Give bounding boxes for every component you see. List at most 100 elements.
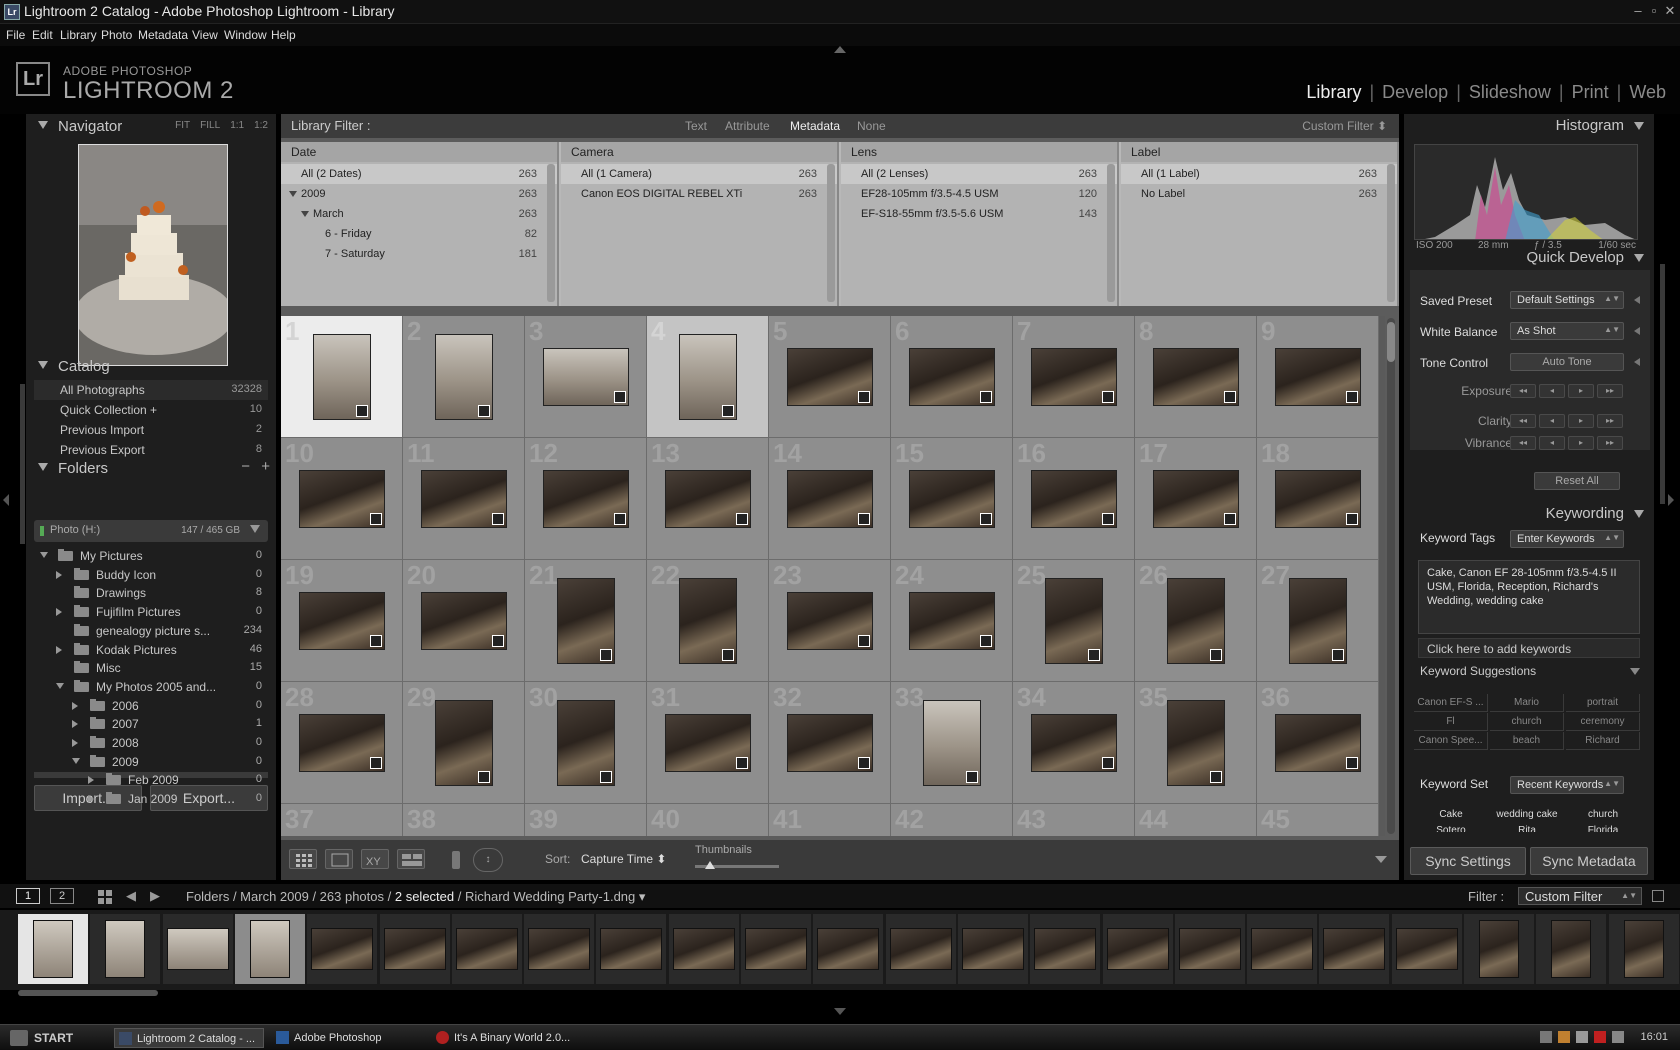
filmstrip-thumbnail[interactable] (600, 928, 663, 970)
catalog-item[interactable]: Previous Import 2 (34, 420, 268, 440)
photo-thumbnail[interactable] (1153, 470, 1239, 528)
filmstrip-cell[interactable] (524, 914, 595, 984)
metadata-row[interactable]: All (1 Label) 263 (1121, 164, 1397, 184)
grid-cell[interactable]: 41 (769, 804, 891, 836)
photo-thumbnail[interactable] (299, 714, 385, 772)
metadata-badge-icon[interactable] (1102, 513, 1114, 525)
restore-icon[interactable]: ▫ (1647, 3, 1661, 18)
task-browser[interactable]: It's A Binary World 2.0... (432, 1028, 582, 1048)
grid-cell[interactable]: 33 (891, 682, 1013, 804)
metadata-badge-icon[interactable] (736, 513, 748, 525)
metadata-badge-icon[interactable] (370, 635, 382, 647)
grid-cell[interactable]: 24 (891, 560, 1013, 682)
filmstrip-thumbnail[interactable] (1106, 928, 1169, 970)
tray-network-icon[interactable] (1540, 1031, 1552, 1043)
grid-cell[interactable]: 40 (647, 804, 769, 836)
grid-cell[interactable]: 1 (281, 316, 403, 438)
photo-thumbnail[interactable] (909, 348, 995, 406)
filter-option-none[interactable]: None (857, 119, 886, 133)
folder-item[interactable]: Misc 15 (34, 658, 268, 678)
volume-dropdown-icon[interactable] (250, 525, 260, 533)
keyword-set-item[interactable]: Rita (1490, 823, 1564, 832)
filmstrip-cell[interactable] (307, 914, 378, 984)
keyword-suggestion[interactable]: ceremony (1566, 713, 1640, 731)
grid-cell[interactable]: 37 (281, 804, 403, 836)
metadata-row[interactable]: EF28-105mm f/3.5-4.5 USM 120 (841, 184, 1117, 204)
add-keywords-input[interactable]: Click here to add keywords (1418, 638, 1640, 658)
grid-cell[interactable]: 7 (1013, 316, 1135, 438)
filmstrip-cell[interactable] (1319, 914, 1390, 984)
filter-option-text[interactable]: Text (685, 119, 707, 133)
grid-cell[interactable]: 30 (525, 682, 647, 804)
catalog-item[interactable]: Quick Collection + 10 (34, 400, 268, 420)
metadata-row[interactable]: 6 - Friday 82 (281, 224, 557, 244)
photo-thumbnail[interactable] (435, 334, 493, 420)
exposure-stepper[interactable]: ◂◂ ◂ ▸ ▸▸ (1510, 384, 1624, 400)
folder-item[interactable]: Fujifilm Pictures 0 (34, 602, 268, 622)
photo-thumbnail[interactable] (1153, 348, 1239, 406)
remove-folder-button[interactable]: − (241, 458, 250, 475)
filmstrip-cell[interactable] (1464, 914, 1534, 984)
metadata-badge-icon[interactable] (492, 635, 504, 647)
keyword-tags-textarea[interactable]: Cake, Canon EF 28-105mm f/3.5-4.5 II USM… (1418, 560, 1640, 634)
photo-thumbnail[interactable] (543, 470, 629, 528)
photo-thumbnail[interactable] (665, 714, 751, 772)
grid-cell[interactable]: 21 (525, 560, 647, 682)
zoom-option-1-1[interactable]: 1:1 (230, 120, 244, 131)
grid-cell[interactable]: 5 (769, 316, 891, 438)
filmstrip-thumbnail[interactable] (311, 928, 374, 970)
secondary-window-button[interactable]: 2 (50, 888, 74, 904)
grid-cell[interactable]: 10 (281, 438, 403, 560)
photo-thumbnail[interactable] (1275, 470, 1361, 528)
metadata-row[interactable]: 2009 263 (281, 184, 557, 204)
module-develop[interactable]: Develop (1382, 82, 1448, 102)
photo-thumbnail[interactable] (909, 592, 995, 650)
menu-help[interactable]: Help (271, 28, 296, 42)
back-arrow-icon[interactable]: ◀ (126, 888, 136, 904)
metadata-badge-icon[interactable] (736, 757, 748, 769)
metadata-row[interactable]: All (2 Dates) 263 (281, 164, 557, 184)
metadata-badge-icon[interactable] (1224, 391, 1236, 403)
source-path[interactable]: Folders / March 2009 / 263 photos / 2 se… (186, 889, 645, 905)
menu-file[interactable]: File (6, 28, 25, 42)
column-scrollbar[interactable] (1107, 164, 1115, 302)
metadata-badge-icon[interactable] (1224, 513, 1236, 525)
filmstrip-cell[interactable] (596, 914, 667, 984)
filmstrip-cell[interactable] (957, 914, 1028, 984)
grid-mode-icon[interactable] (98, 890, 112, 907)
photo-thumbnail[interactable] (787, 348, 873, 406)
photo-thumbnail[interactable] (1289, 578, 1347, 664)
metadata-badge-icon[interactable] (1346, 513, 1358, 525)
photo-thumbnail[interactable] (1045, 578, 1103, 664)
metadata-badge-icon[interactable] (722, 649, 734, 661)
metadata-badge-icon[interactable] (1088, 649, 1100, 661)
grid-cell[interactable]: 42 (891, 804, 1013, 836)
photo-thumbnail[interactable] (557, 578, 615, 664)
metadata-badge-icon[interactable] (492, 513, 504, 525)
metadata-badge-icon[interactable] (370, 757, 382, 769)
grid-cell[interactable]: 19 (281, 560, 403, 682)
folder-item[interactable]: 2006 0 (34, 696, 268, 716)
keywording-header[interactable]: Keywording (1404, 502, 1654, 526)
metadata-row[interactable]: 7 - Saturday 181 (281, 244, 557, 264)
sync-metadata-button[interactable]: Sync Metadata (1530, 847, 1648, 875)
metadata-row[interactable]: All (1 Camera) 263 (561, 164, 837, 184)
grid-cell[interactable]: 6 (891, 316, 1013, 438)
zoom-option-1-2[interactable]: 1:2 (254, 120, 268, 131)
metadata-column-header[interactable]: Date (281, 142, 557, 162)
survey-view-icon[interactable] (397, 849, 425, 869)
photo-thumbnail[interactable] (1275, 714, 1361, 772)
module-print[interactable]: Print (1572, 82, 1609, 102)
metadata-badge-icon[interactable] (858, 391, 870, 403)
metadata-badge-icon[interactable] (614, 513, 626, 525)
expanded-icon[interactable] (72, 757, 80, 764)
metadata-badge-icon[interactable] (1102, 757, 1114, 769)
keyword-suggestion[interactable]: Mario (1490, 694, 1564, 712)
catalog-item[interactable]: Previous Export 8 (34, 440, 268, 460)
menu-photo[interactable]: Photo (101, 28, 132, 42)
filmstrip-thumbnail[interactable] (1551, 920, 1592, 978)
filmstrip-cell[interactable] (18, 914, 88, 984)
thumbnail-size-slider[interactable] (695, 861, 779, 869)
grid-cell[interactable]: 17 (1135, 438, 1257, 560)
folder-item[interactable]: 2008 0 (34, 733, 268, 753)
